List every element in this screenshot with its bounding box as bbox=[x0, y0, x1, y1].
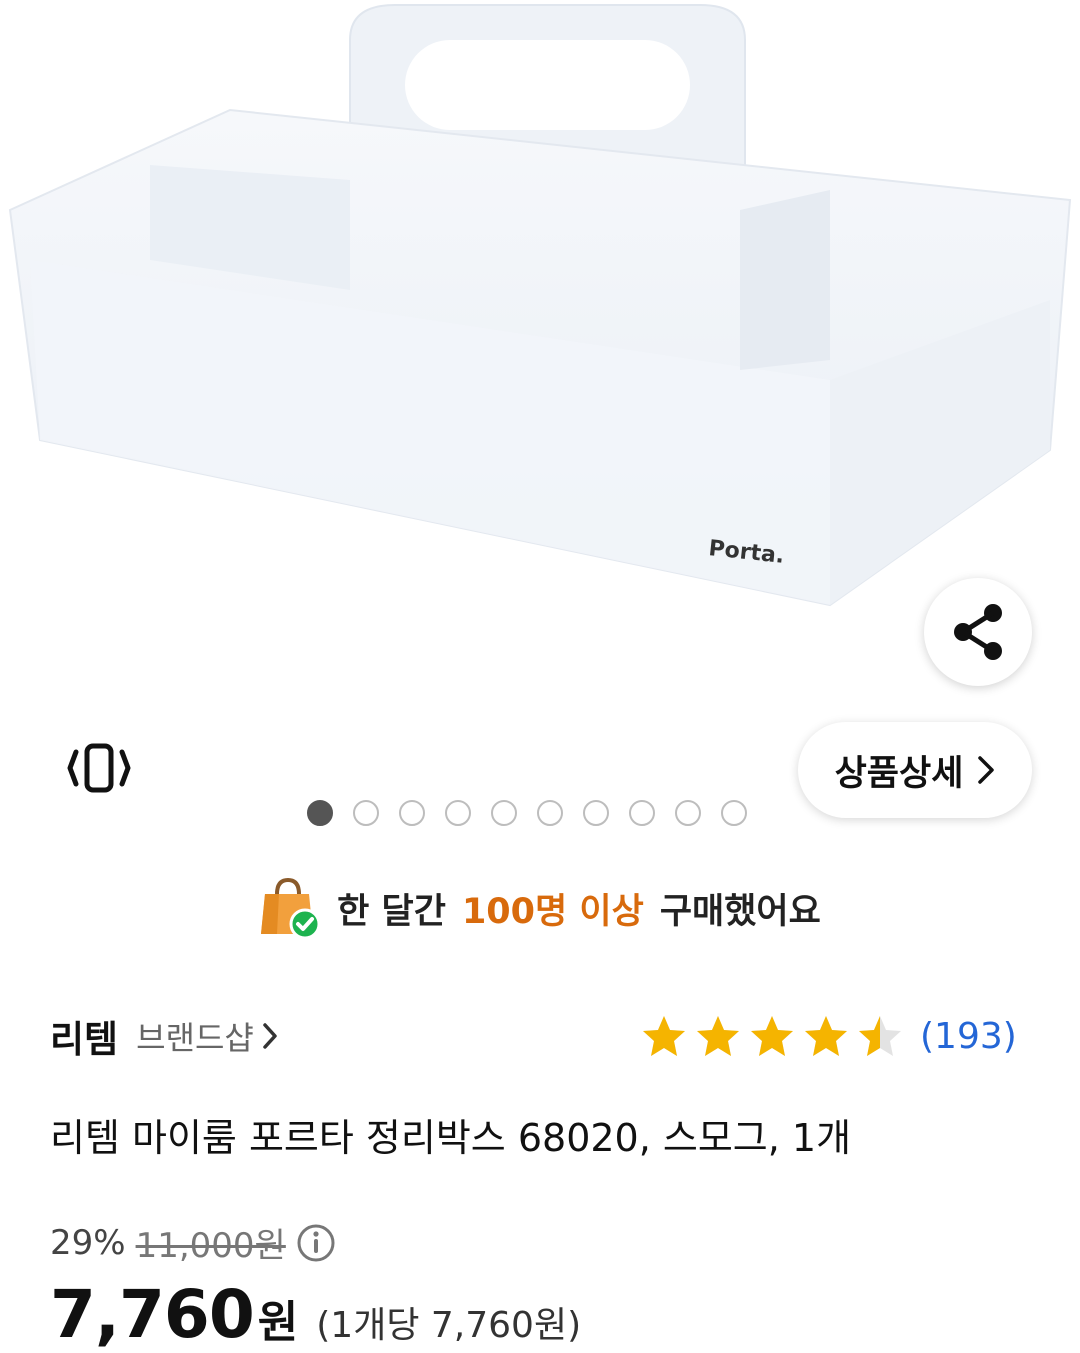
currency-label: 원 bbox=[257, 1297, 299, 1348]
unit-price: (1개당 7,760원) bbox=[316, 1305, 582, 1346]
star-icon bbox=[643, 1016, 685, 1056]
product-detail-button[interactable]: 상품상세 bbox=[798, 722, 1032, 818]
carousel-dot-8[interactable] bbox=[629, 800, 655, 826]
carousel-indicator bbox=[307, 800, 747, 832]
product-image[interactable]: Porta. bbox=[0, 0, 1080, 700]
brand-shop-label: 브랜드샵 bbox=[136, 1019, 254, 1057]
brand-shop-link[interactable]: 브랜드샵 bbox=[136, 1013, 278, 1059]
discount-rate: 29% bbox=[50, 1222, 126, 1263]
carousel-dot-9[interactable] bbox=[675, 800, 701, 826]
original-price-row: 29% 11,000원 bbox=[50, 1218, 336, 1267]
carousel-dot-4[interactable] bbox=[445, 800, 471, 826]
carousel-dot-3[interactable] bbox=[399, 800, 425, 826]
purchase-promo-banner: 한 달간 100명 이상 구매했어요 bbox=[0, 868, 1080, 948]
star-icon bbox=[805, 1016, 847, 1056]
product-detail-label: 상품상세 bbox=[834, 753, 964, 794]
carousel-dot-6[interactable] bbox=[537, 800, 563, 826]
product-title: 리템 마이룸 포르타 정리박스 68020, 스모그, 1개 bbox=[50, 1116, 852, 1160]
chevron-right-icon bbox=[978, 756, 995, 784]
info-icon[interactable] bbox=[296, 1223, 336, 1263]
brand-name: 리템 bbox=[50, 1018, 119, 1061]
carousel-dot-10[interactable] bbox=[721, 800, 747, 826]
share-button[interactable] bbox=[924, 578, 1032, 686]
share-icon bbox=[954, 604, 1002, 660]
carousel-dot-7[interactable] bbox=[583, 800, 609, 826]
sale-price: 7,760 bbox=[50, 1276, 255, 1353]
star-icon bbox=[859, 1016, 901, 1056]
review-count[interactable]: (193) bbox=[920, 1016, 1017, 1057]
original-price: 11,000원 bbox=[135, 1226, 286, 1266]
star-icon bbox=[751, 1016, 793, 1056]
brand-row: 리템 브랜드샵 bbox=[50, 1008, 278, 1064]
rating-summary[interactable]: (193) bbox=[640, 1008, 1017, 1064]
promo-prefix: 한 달간 bbox=[337, 891, 446, 932]
carousel-dot-5[interactable] bbox=[491, 800, 517, 826]
star-icon bbox=[697, 1016, 739, 1056]
carousel-dot-2[interactable] bbox=[353, 800, 379, 826]
shopping-bag-check-icon bbox=[261, 877, 321, 940]
star-rating bbox=[640, 1013, 904, 1059]
chevron-right-icon bbox=[263, 1023, 277, 1049]
promo-highlight: 100명 이상 bbox=[461, 891, 644, 932]
carousel-dot-1[interactable] bbox=[307, 800, 333, 826]
vibrate-icon[interactable] bbox=[64, 742, 134, 794]
porta-organizer-illustration: Porta. bbox=[8, 4, 1072, 607]
promo-suffix: 구매했어요 bbox=[659, 891, 821, 932]
current-price-row: 7,760 원 (1개당 7,760원) bbox=[50, 1276, 581, 1353]
